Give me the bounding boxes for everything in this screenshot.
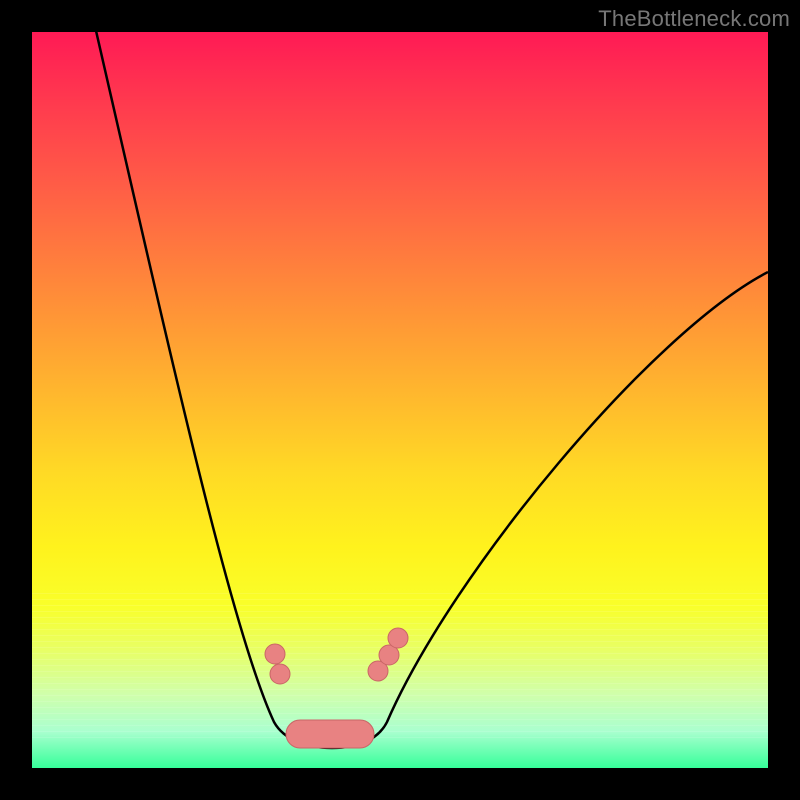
- marker-dot: [265, 644, 285, 664]
- chart-frame: TheBottleneck.com: [0, 0, 800, 800]
- marker-dot: [270, 664, 290, 684]
- plot-area: [32, 32, 768, 768]
- marker-dot: [388, 628, 408, 648]
- watermark-text: TheBottleneck.com: [598, 6, 790, 32]
- marker-layer: [32, 32, 768, 768]
- marker-pill: [286, 720, 374, 748]
